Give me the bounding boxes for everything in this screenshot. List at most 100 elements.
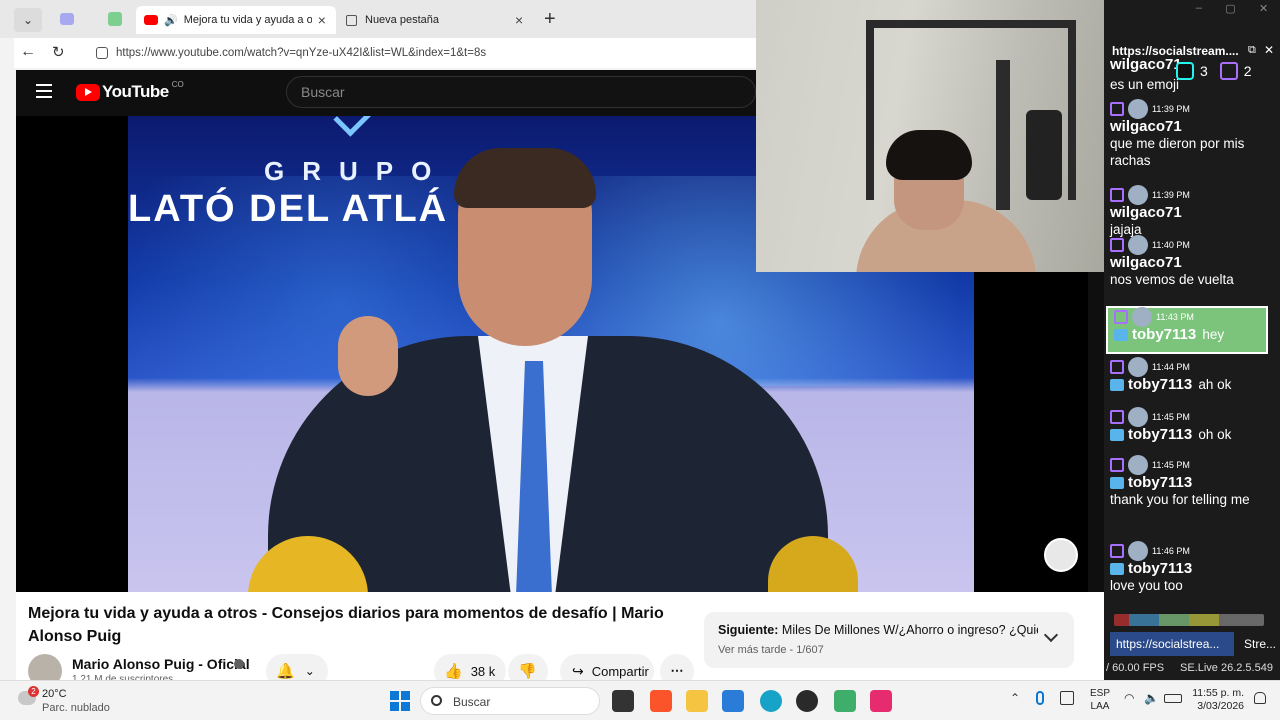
chat-time: 11:39 PM <box>1152 190 1190 200</box>
chat-time: 11:44 PM <box>1152 362 1190 372</box>
chat-message: 11:45 PM toby7113 thank you for telling me <box>1104 455 1272 508</box>
taskbar-search-label: Buscar <box>453 695 491 709</box>
close-tab-icon[interactable]: × <box>515 12 523 28</box>
file-explorer-icon[interactable] <box>686 690 708 712</box>
taskbar: 2 20°C Parc. nublado Buscar ⌃ ESP LAA ◠ … <box>0 680 1280 720</box>
lang-code: ESP <box>1090 688 1111 699</box>
app-tab-icon[interactable] <box>108 12 122 26</box>
twitch-icon <box>1110 544 1124 558</box>
thumbs-up-icon: 👍 <box>444 663 463 680</box>
chat-username: toby7113 <box>1128 426 1193 443</box>
next-label: Siguiente: <box>718 623 779 637</box>
tab-list-button[interactable]: ⌄ <box>14 8 42 32</box>
chat-username-line: wilgaco71 <box>1104 118 1272 135</box>
minimize-icon[interactable]: – <box>1196 2 1202 18</box>
close-tab-icon[interactable]: × <box>318 12 326 28</box>
reload-icon[interactable]: ↻ <box>52 43 65 61</box>
chat-username-line: toby7113 hey <box>1108 326 1266 343</box>
new-tab-button[interactable]: + <box>544 8 556 31</box>
twitch-icon <box>1110 410 1124 424</box>
chat-username-line: toby7113 <box>1104 560 1272 577</box>
video-info: Mejora tu vida y ayuda a otros - Consejo… <box>16 592 1104 688</box>
volume-icon[interactable]: 🔈 <box>1144 691 1159 705</box>
chat-username-line: wilgaco71 <box>1104 204 1272 221</box>
battery-icon[interactable] <box>1164 694 1182 703</box>
chat-username-line: toby7113 ah ok <box>1104 376 1272 393</box>
notification-bell-icon[interactable] <box>1254 692 1266 704</box>
chat-message: 11:44 PM toby7113 ah ok <box>1104 357 1272 393</box>
taskbar-search[interactable]: Buscar <box>420 687 600 715</box>
camera-tab-icon[interactable] <box>60 13 74 25</box>
avatar <box>1128 185 1148 205</box>
chevron-up-icon[interactable]: ⌃ <box>1010 691 1020 705</box>
avatar <box>1128 541 1148 561</box>
back-icon[interactable]: ← <box>20 43 36 61</box>
tiktok-live-icon[interactable] <box>870 690 892 712</box>
channel-name[interactable]: Mario Alonso Puig - Oficial <box>72 656 250 672</box>
badge-icon <box>1110 563 1124 576</box>
video-title: Mejora tu vida y ayuda a otros - Consejo… <box>28 605 664 645</box>
speaker-icon[interactable]: 🔊 <box>164 14 178 27</box>
lang-layout: LAA <box>1090 701 1110 712</box>
avatar <box>1128 99 1148 119</box>
stream-app-icon[interactable] <box>834 690 856 712</box>
store-icon[interactable] <box>722 690 744 712</box>
clock[interactable]: 11:55 p. m. 3/03/2026 <box>1190 687 1244 713</box>
chat-username-line: toby7113 <box>1104 474 1272 491</box>
task-view-icon[interactable] <box>612 690 634 712</box>
like-count: 38 k <box>470 663 496 679</box>
search-icon <box>431 695 442 706</box>
tray-app-icon[interactable] <box>1060 691 1074 705</box>
next-video-card[interactable]: Siguiente: Miles De Millones W/¿Ahorro o… <box>704 612 1074 668</box>
chat-time: 11:40 PM <box>1152 240 1190 250</box>
url-field[interactable]: https://www.youtube.com/watch?v=qnYze-uX… <box>90 42 770 64</box>
next-title: Miles De Millones W/¿Ahorro o ingreso? ¿… <box>781 623 1038 637</box>
tab-youtube[interactable]: 🔊 Mejora tu vida y ayuda a otros × <box>136 6 336 34</box>
twitch-icon <box>1110 188 1124 202</box>
chat-username: wilgaco71 <box>1110 118 1182 135</box>
menu-icon[interactable] <box>36 84 52 98</box>
chat-time: 11:39 PM <box>1152 104 1190 114</box>
browser-source-tab[interactable]: https://socialstrea... <box>1110 632 1234 656</box>
channel-watermark-avatar[interactable] <box>1044 538 1078 572</box>
clock-time: 11:55 p. m. <box>1192 687 1244 699</box>
youtube-logo[interactable]: YouTube CO <box>76 80 184 102</box>
gym-machine-bar <box>996 60 1010 210</box>
site-info-icon[interactable] <box>96 47 108 59</box>
weather-widget[interactable]: 2 20°C Parc. nublado <box>16 685 126 717</box>
chat-text: ah ok <box>1198 377 1232 392</box>
chat-time: 11:45 PM <box>1152 412 1190 422</box>
chevron-down-icon[interactable] <box>1043 627 1059 643</box>
close-icon[interactable]: ✕ <box>1259 2 1268 18</box>
url-text: https://www.youtube.com/watch?v=qnYze-uX… <box>116 47 487 59</box>
tiktok-icon <box>1176 62 1194 80</box>
language-indicator[interactable]: ESP LAA <box>1090 687 1110 713</box>
edge-browser-icon[interactable] <box>760 690 782 712</box>
windows-start-icon[interactable] <box>390 691 410 711</box>
maximize-icon[interactable]: ▢ <box>1225 2 1235 18</box>
chat-text: oh ok <box>1198 427 1232 442</box>
chat-username: toby7113 <box>1128 560 1193 577</box>
badge-icon <box>1110 429 1124 442</box>
stream-tab[interactable]: Stre... <box>1238 632 1280 656</box>
chevron-down-icon: ⌄ <box>304 664 315 678</box>
twitch-icon <box>1110 360 1124 374</box>
chat-message: 11:39 PM wilgaco71 que me dieron por mis r… <box>1104 99 1272 169</box>
twitch-icon <box>1219 62 1238 80</box>
more-icon: ⋯ <box>670 663 684 678</box>
microphone-icon[interactable] <box>1036 691 1044 705</box>
twitch-icon <box>1114 310 1128 324</box>
webcam-overlay <box>756 0 1104 272</box>
chevron-logo-graphic <box>333 116 379 137</box>
wifi-icon[interactable]: ◠ <box>1124 691 1134 705</box>
chat-text: nos vemos de vuelta <box>1110 272 1234 287</box>
chat-text: thank you for telling me <box>1110 492 1250 507</box>
person-hair <box>886 130 972 180</box>
chat-username-line: wilgaco71 <box>1104 254 1272 271</box>
brave-browser-icon[interactable] <box>650 690 672 712</box>
obs-icon[interactable] <box>796 690 818 712</box>
close-icon[interactable]: ✕ <box>1264 43 1274 57</box>
viewer-counts: 3 2 <box>1176 62 1252 80</box>
tab-new[interactable]: Nueva pestaña × <box>340 6 530 34</box>
search-input[interactable]: Buscar <box>286 76 756 108</box>
